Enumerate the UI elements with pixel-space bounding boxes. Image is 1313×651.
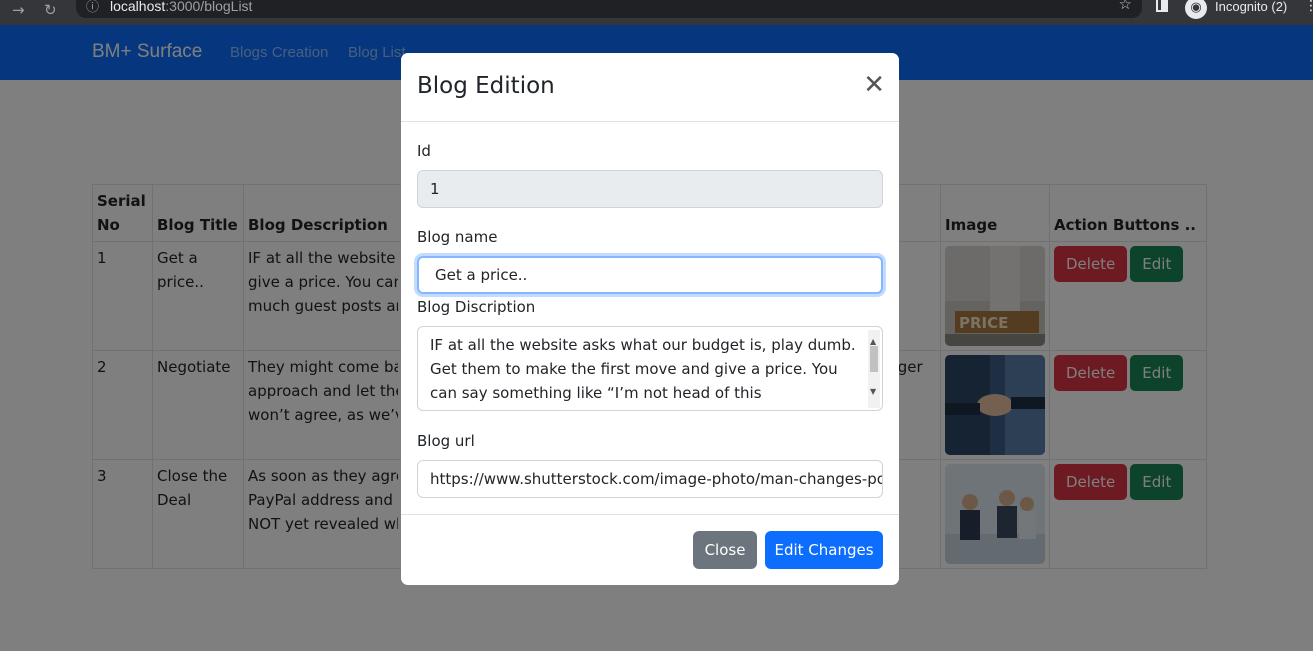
blog-url-input[interactable]: https://www.shutterstock.com/image-photo… [417, 460, 883, 498]
browser-toolbar: → ↻ ⓘ localhost:3000/blogList ☆ ◉ Incogn… [0, 0, 1313, 25]
site-info-icon[interactable]: ⓘ [86, 0, 99, 14]
blog-description-label: Blog Discription [417, 298, 536, 316]
close-icon[interactable]: ✕ [863, 71, 885, 97]
close-button[interactable]: Close [693, 531, 757, 569]
blog-description-textarea[interactable]: IF at all the website asks what our budg… [417, 326, 883, 411]
incognito-icon[interactable]: ◉ [1185, 0, 1207, 19]
id-field: 1 [417, 170, 883, 208]
browser-menu-icon[interactable]: ⋮ [1304, 0, 1313, 14]
reload-icon[interactable]: ↻ [44, 1, 57, 19]
id-label: Id [417, 142, 431, 160]
blog-url-label: Blog url [417, 432, 475, 450]
url-text: localhost:3000/blogList [110, 0, 252, 13]
address-bar[interactable]: ⓘ localhost:3000/blogList ☆ [76, 0, 1142, 18]
modal-title: Blog Edition [417, 73, 555, 99]
scrollbar-thumb[interactable] [870, 346, 878, 372]
back-arrow-icon[interactable]: → [12, 1, 25, 19]
scroll-down-icon[interactable]: ▼ [870, 380, 876, 404]
bookmark-star-icon[interactable]: ☆ [1119, 0, 1132, 12]
edit-changes-button[interactable]: Edit Changes [765, 531, 883, 569]
textarea-scrollbar[interactable]: ▲ ▼ [868, 330, 880, 408]
url-path: :3000/blogList [165, 0, 253, 14]
url-host: localhost [110, 0, 166, 14]
blog-name-label: Blog name [417, 228, 498, 246]
blog-edit-modal: Blog Edition ✕ Id 1 Blog name Get a pric… [401, 53, 899, 585]
blog-name-input[interactable]: Get a price.. [417, 256, 883, 294]
incognito-label[interactable]: Incognito (2) [1215, 0, 1287, 14]
modal-footer: Close Edit Changes [401, 514, 899, 585]
side-panel-icon[interactable] [1156, 0, 1168, 12]
blog-description-text: IF at all the website asks what our budg… [430, 336, 856, 410]
modal-header: Blog Edition ✕ [401, 53, 899, 122]
